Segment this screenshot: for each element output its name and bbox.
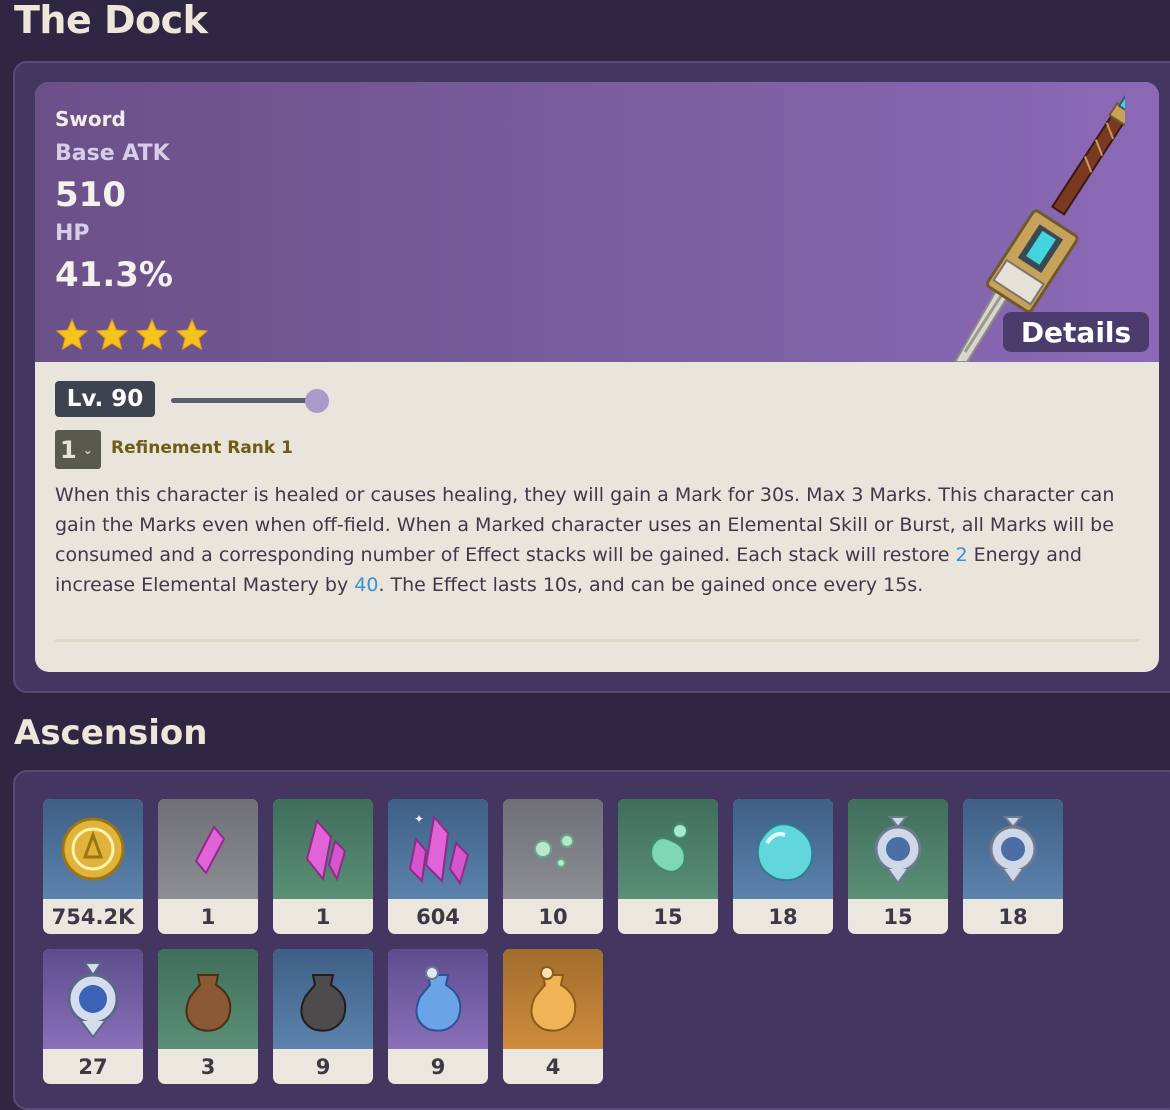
material-image xyxy=(43,799,143,899)
water-droplets-medium-icon xyxy=(650,823,688,873)
material-item[interactable]: 9 xyxy=(273,949,373,1084)
material-item[interactable]: 27 xyxy=(43,949,143,1084)
material-item[interactable]: 1 xyxy=(273,799,373,934)
details-button[interactable]: Details xyxy=(1003,312,1149,352)
material-count: 4 xyxy=(545,1054,561,1079)
material-count: 9 xyxy=(430,1054,446,1079)
material-image xyxy=(273,799,373,899)
material-item[interactable]: 1 xyxy=(158,799,258,934)
material-item[interactable]: 4 xyxy=(503,949,603,1084)
water-droplet-large-icon xyxy=(756,823,814,882)
level-slider[interactable] xyxy=(169,386,333,414)
star-icon xyxy=(135,318,169,351)
blue-flask-icon xyxy=(415,966,462,1032)
weapon-card-header: Sword Base ATK 510 HP 41.3% Details xyxy=(35,82,1159,362)
material-image xyxy=(733,799,833,899)
material-item[interactable]: 15 xyxy=(618,799,718,934)
gold-flask-icon xyxy=(530,966,577,1032)
material-item[interactable]: 9 xyxy=(388,949,488,1084)
star-icon xyxy=(175,318,209,351)
divider xyxy=(55,639,1139,642)
pink-crystal-chunk-icon: ✦ xyxy=(408,812,470,886)
passive-description: When this character is healed or causes … xyxy=(55,480,1145,600)
ascension-title: Ascension xyxy=(14,713,208,753)
material-count: 1 xyxy=(200,904,216,929)
material-image xyxy=(503,799,603,899)
material-image xyxy=(388,949,488,1049)
material-image xyxy=(503,949,603,1049)
refinement-select[interactable]: 1 ⌄ xyxy=(55,430,101,469)
material-item[interactable]: 10 xyxy=(503,799,603,934)
silver-pendant-icon xyxy=(989,816,1037,885)
substat-label: HP xyxy=(55,221,90,246)
material-image xyxy=(963,799,1063,899)
mora-coin-icon xyxy=(61,817,125,881)
rarity-stars xyxy=(55,318,209,352)
material-image xyxy=(618,799,718,899)
silver-pendant-icon xyxy=(874,816,922,885)
star-icon xyxy=(95,318,129,351)
level-badge: Lv. 90 xyxy=(55,381,155,417)
material-count: 10 xyxy=(538,904,568,929)
dark-flask-icon xyxy=(300,974,347,1032)
material-count: 604 xyxy=(416,904,460,929)
base-atk-label: Base ATK xyxy=(55,141,170,166)
material-count: 3 xyxy=(200,1054,216,1079)
material-item[interactable]: 754.2K xyxy=(43,799,143,934)
material-item[interactable]: 18 xyxy=(963,799,1063,934)
refinement-selected-value: 1 xyxy=(60,435,77,464)
material-count: 754.2K xyxy=(51,904,135,929)
material-image xyxy=(158,949,258,1049)
material-image xyxy=(273,949,373,1049)
brown-flask-icon xyxy=(185,974,232,1032)
weapon-card-body: Lv. 90 1 ⌄ Refinement Rank 1 When this c… xyxy=(35,362,1159,672)
material-item[interactable]: 18 xyxy=(733,799,833,934)
material-item[interactable]: 3 xyxy=(158,949,258,1084)
refinement-label: Refinement Rank 1 xyxy=(111,438,293,458)
ornate-pendant-icon xyxy=(67,962,119,1039)
material-image: ✦ xyxy=(388,799,488,899)
material-count: 27 xyxy=(78,1054,108,1079)
material-count: 18 xyxy=(998,904,1028,929)
material-count: 18 xyxy=(768,904,798,929)
chevron-down-icon: ⌄ xyxy=(82,442,93,457)
material-count: 15 xyxy=(653,904,683,929)
weapon-type: Sword xyxy=(55,107,126,131)
material-image xyxy=(158,799,258,899)
material-image xyxy=(43,949,143,1049)
material-count: 9 xyxy=(315,1054,331,1079)
level-slider-track xyxy=(171,398,317,403)
weapon-card: Sword Base ATK 510 HP 41.3% Details Lv. … xyxy=(35,82,1159,672)
svg-text:✦: ✦ xyxy=(414,812,424,826)
water-droplets-small-icon xyxy=(534,834,574,868)
material-count: 1 xyxy=(315,904,331,929)
passive-text-part: . The Effect lasts 10s, and can be gaine… xyxy=(378,574,924,596)
material-count: 15 xyxy=(883,904,913,929)
level-slider-thumb[interactable] xyxy=(305,389,329,413)
pink-crystal-fragment-icon xyxy=(305,818,347,882)
star-icon xyxy=(55,318,89,351)
pink-crystal-sliver-icon xyxy=(194,825,226,875)
material-image xyxy=(848,799,948,899)
material-item[interactable]: 15 xyxy=(848,799,948,934)
material-item[interactable]: ✦ 604 xyxy=(388,799,488,934)
substat-value: 41.3% xyxy=(55,255,173,295)
page-title: The Dock xyxy=(14,0,208,42)
passive-highlight-value: 2 xyxy=(955,544,968,566)
base-atk-value: 510 xyxy=(55,175,126,215)
passive-highlight-value: 40 xyxy=(354,574,379,596)
